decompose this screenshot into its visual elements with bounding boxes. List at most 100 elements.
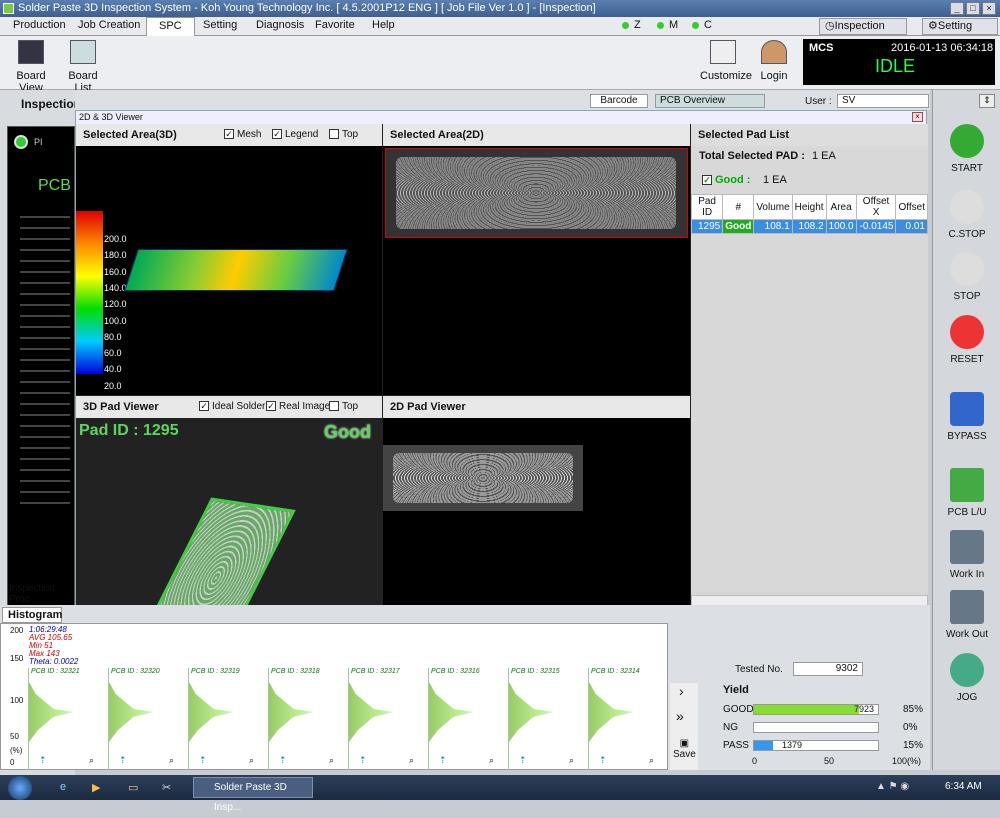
- panel-toggle-button[interactable]: ⇕: [979, 94, 995, 108]
- upload-icon[interactable]: ⇡: [279, 755, 287, 766]
- start-menu-button[interactable]: [8, 776, 32, 800]
- stop-button[interactable]: STOP: [933, 252, 1000, 302]
- maximize-button[interactable]: □: [966, 2, 980, 15]
- histogram-column[interactable]: PCB ID : 32316 ⇡ ⌕: [428, 668, 507, 770]
- zoom-icon[interactable]: ⌕: [569, 755, 574, 766]
- save-button[interactable]: ▣ Save: [673, 738, 696, 760]
- zoom-icon[interactable]: ⌕: [409, 755, 414, 766]
- tab-pcb-overview[interactable]: PCB Overview: [655, 94, 765, 108]
- zoom-icon[interactable]: ⌕: [89, 755, 94, 766]
- pad-table-header[interactable]: Height: [791, 194, 827, 220]
- board-view-button[interactable]: Board View: [5, 40, 57, 94]
- pad-table-header[interactable]: Offset: [895, 194, 928, 220]
- histogram-column[interactable]: PCB ID : 32315 ⇡ ⌕: [508, 668, 587, 770]
- upload-icon[interactable]: ⇡: [359, 755, 367, 766]
- login-button[interactable]: Login: [758, 40, 790, 82]
- histogram-column[interactable]: PCB ID : 32314 ⇡ ⌕: [588, 668, 667, 770]
- tab-histogram[interactable]: Histogram: [2, 607, 62, 623]
- pcb-id-label: PCB ID : 32314: [591, 668, 640, 675]
- histogram-column[interactable]: PCB ID : 32321 ⇡ ⌕: [28, 668, 107, 770]
- pad-table-header[interactable]: Pad ID: [690, 194, 724, 220]
- work-in-button[interactable]: Work In: [933, 530, 1000, 580]
- start-button[interactable]: START: [933, 124, 1000, 174]
- save-icon: ▣: [679, 738, 690, 749]
- pad-table-header[interactable]: Offset X: [855, 194, 897, 220]
- customize-button[interactable]: Customize: [700, 40, 752, 82]
- tool-icon[interactable]: ✂: [162, 781, 171, 794]
- legend-value: 120.0: [104, 299, 127, 310]
- yield-row-label: PASS: [723, 740, 749, 751]
- histogram-column[interactable]: PCB ID : 32317 ⇡ ⌕: [348, 668, 427, 770]
- legend-value: 180.0: [104, 250, 127, 261]
- upload-icon[interactable]: ⇡: [119, 755, 127, 766]
- upload-icon[interactable]: ⇡: [199, 755, 207, 766]
- pcb-lu-button[interactable]: PCB L/U: [933, 468, 1000, 518]
- ideal-solder-checkbox[interactable]: ✓ Ideal Solder: [196, 396, 265, 418]
- setting-state-button[interactable]: ⚙Setting State: [922, 18, 998, 47]
- ie-icon[interactable]: e: [60, 781, 66, 793]
- tested-value: 9302: [793, 662, 863, 676]
- zoom-icon[interactable]: ⌕: [169, 755, 174, 766]
- board-list-button[interactable]: Board List: [60, 40, 106, 94]
- taskbar-app-button[interactable]: Solder Paste 3D Insp...: [193, 777, 313, 813]
- zoom-icon[interactable]: ⌕: [489, 755, 494, 766]
- legend-checkbox[interactable]: ✓ Legend: [269, 124, 318, 146]
- menu-production[interactable]: Production: [13, 19, 66, 31]
- pad-table-header[interactable]: Area: [825, 194, 857, 220]
- pad-table-header[interactable]: Volume: [753, 194, 793, 220]
- zoom-icon[interactable]: ⌕: [249, 755, 254, 766]
- next-button[interactable]: ›: [679, 683, 684, 699]
- menu-help[interactable]: Help: [372, 19, 395, 31]
- menu-favorite[interactable]: Favorite: [315, 19, 355, 31]
- minimize-button[interactable]: _: [950, 2, 964, 15]
- folder-icon[interactable]: ▭: [128, 781, 138, 794]
- histogram-column[interactable]: PCB ID : 32318 ⇡ ⌕: [268, 668, 347, 770]
- pcb-load-icon: [950, 468, 984, 502]
- good-filter-checkbox[interactable]: ✓ Good :: [699, 174, 750, 186]
- status-m: M: [657, 19, 678, 31]
- bypass-button[interactable]: BYPASS: [933, 392, 1000, 442]
- real-image-checkbox[interactable]: ✓ Real Image: [263, 396, 330, 418]
- zoom-icon[interactable]: ⌕: [649, 755, 654, 766]
- table-cell: 108.2: [791, 219, 827, 234]
- jog-button[interactable]: JOG: [933, 653, 1000, 703]
- inspection-time-button[interactable]: ◷Inspection Time: [819, 18, 907, 47]
- tab-barcode[interactable]: Barcode: [590, 94, 648, 108]
- mesh-checkbox[interactable]: ✓ Mesh: [221, 124, 261, 146]
- yield-percent: 15%: [903, 740, 924, 751]
- legend-value: 80.0: [104, 331, 122, 342]
- padlist-title: Selected Pad List: [698, 129, 790, 141]
- upload-icon[interactable]: ⇡: [599, 755, 607, 766]
- cstop-button[interactable]: C.STOP: [933, 190, 1000, 240]
- reset-button[interactable]: RESET: [933, 315, 1000, 365]
- area2d-canvas[interactable]: [383, 146, 690, 395]
- pad-table-header[interactable]: #: [722, 194, 755, 220]
- menu-spc[interactable]: SPC: [146, 17, 195, 36]
- y-tick-label: 150: [10, 654, 24, 663]
- menu-setting[interactable]: Setting: [203, 19, 237, 31]
- pcb-overview-map[interactable]: PI PCB PO: [7, 126, 75, 654]
- close-button[interactable]: ×: [982, 2, 996, 15]
- padlist-header: Selected Pad List: [691, 124, 928, 146]
- histogram-shape: [429, 682, 474, 742]
- yield-bar-track: [753, 722, 879, 733]
- table-row[interactable]: 1295 Good 108.1 108.2 100.0 -0.0145 0.01: [690, 219, 928, 234]
- upload-icon[interactable]: ⇡: [39, 755, 47, 766]
- zoom-icon[interactable]: ⌕: [329, 755, 334, 766]
- next-page-button[interactable]: »: [676, 708, 684, 724]
- histogram-shape: [509, 682, 554, 742]
- viewer-close-button[interactable]: ×: [912, 112, 923, 122]
- title-bar: Solder Paste 3D Inspection System - Koh …: [0, 0, 1000, 17]
- window-title: Solder Paste 3D Inspection System - Koh …: [18, 2, 596, 14]
- table-cell: 0.01: [895, 219, 928, 234]
- upload-icon[interactable]: ⇡: [519, 755, 527, 766]
- media-icon[interactable]: ▶: [92, 781, 100, 794]
- menu-diagnosis[interactable]: Diagnosis: [256, 19, 304, 31]
- upload-icon[interactable]: ⇡: [439, 755, 447, 766]
- tray-icons[interactable]: ▲ ⚑ ◉: [876, 781, 909, 792]
- area3d-canvas[interactable]: 200.0 180.0 160.0 140.0 120.0 100.0 80.0 60.0 40…: [76, 146, 382, 407]
- histogram-column[interactable]: PCB ID : 32319 ⇡ ⌕: [188, 668, 267, 770]
- work-out-button[interactable]: Work Out: [933, 590, 1000, 640]
- histogram-column[interactable]: PCB ID : 32320 ⇡ ⌕: [108, 668, 187, 770]
- menu-job-creation[interactable]: Job Creation: [78, 19, 140, 31]
